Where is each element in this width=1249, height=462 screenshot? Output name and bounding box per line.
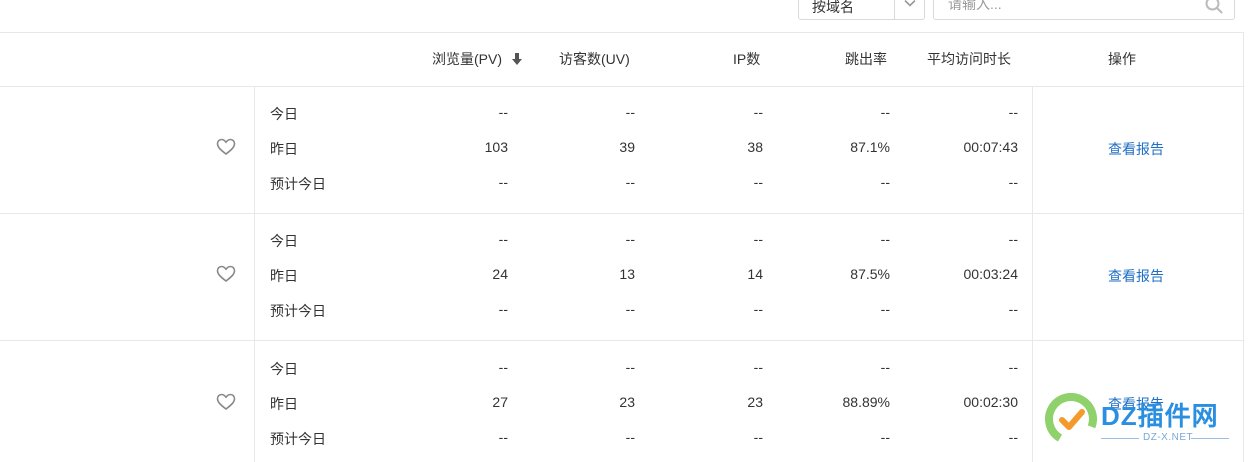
column-header-action: 操作: [1108, 51, 1136, 67]
column-header-pv[interactable]: 浏览量(PV): [432, 49, 502, 69]
column-header-uv[interactable]: 访客数(UV): [559, 49, 630, 69]
site-column-divider: [254, 87, 255, 462]
arrow-down-icon[interactable]: [511, 52, 523, 66]
metric-pv: --: [498, 359, 508, 375]
view-report-link[interactable]: 查看报告: [1108, 139, 1164, 159]
metric-ip: 38: [747, 139, 763, 155]
table-header-bottom-border: [0, 86, 1243, 87]
metric-pv: 24: [492, 266, 508, 282]
metric-pv: 103: [484, 139, 508, 155]
metric-avg-time: 00:07:43: [963, 139, 1019, 155]
chevron-down-icon[interactable]: [902, 0, 918, 11]
metric-bounce: --: [880, 301, 890, 317]
metric-uv: 23: [619, 394, 635, 410]
metric-bounce: --: [880, 104, 890, 120]
metric-uv: --: [625, 429, 635, 445]
metric-uv: --: [625, 359, 635, 375]
view-report-link[interactable]: 查看报告: [1108, 266, 1164, 286]
metric-avg-time: --: [1008, 301, 1018, 317]
metric-ip: --: [753, 429, 763, 445]
select-divider: [894, 0, 895, 19]
metric-avg-time: --: [1008, 174, 1018, 190]
metric-bounce: --: [880, 429, 890, 445]
metric-uv: --: [625, 231, 635, 247]
metric-bounce: 88.89%: [842, 394, 890, 410]
metric-ip: 14: [747, 266, 763, 282]
metric-bounce: --: [880, 231, 890, 247]
row-period-label: 预计今日: [270, 303, 326, 319]
metric-uv: --: [625, 174, 635, 190]
metric-ip: --: [753, 231, 763, 247]
domain-filter-value: 按域名: [812, 0, 854, 15]
metric-pv: 27: [492, 394, 508, 410]
row-period-label: 昨日: [270, 141, 298, 157]
metric-bounce: --: [880, 174, 890, 190]
metric-pv: --: [498, 429, 508, 445]
metric-ip: --: [753, 301, 763, 317]
row-separator: [0, 340, 1243, 341]
metric-pv: --: [498, 231, 508, 247]
metric-pv: --: [498, 174, 508, 190]
row-separator: [0, 213, 1243, 214]
row-period-label: 预计今日: [270, 431, 326, 447]
search-input[interactable]: [934, 0, 1198, 19]
column-header-ip[interactable]: IP数: [733, 49, 760, 69]
row-period-label: 昨日: [270, 396, 298, 412]
metric-avg-time: --: [1008, 104, 1018, 120]
search-icon[interactable]: [1204, 0, 1224, 15]
row-period-label: 预计今日: [270, 176, 326, 192]
heart-icon[interactable]: [216, 393, 236, 411]
table-right-edge: [1243, 32, 1244, 462]
watermark-rule-left: [1101, 438, 1139, 439]
column-header-avg-time[interactable]: 平均访问时长: [927, 49, 1011, 69]
metric-ip: --: [753, 104, 763, 120]
metric-ip: 23: [747, 394, 763, 410]
metric-uv: 39: [619, 139, 635, 155]
metric-avg-time: --: [1008, 231, 1018, 247]
domain-filter-select[interactable]: 按域名: [798, 0, 925, 20]
metric-uv: --: [625, 104, 635, 120]
metric-avg-time: 00:02:30: [963, 394, 1019, 410]
metric-uv: --: [625, 301, 635, 317]
row-period-label: 昨日: [270, 268, 298, 284]
heart-icon[interactable]: [216, 265, 236, 283]
table-header-top-border: [0, 32, 1243, 33]
metric-uv: 13: [619, 266, 635, 282]
column-header-bounce[interactable]: 跳出率: [845, 49, 887, 69]
watermark-rule-right: [1191, 438, 1229, 439]
row-period-label: 今日: [270, 233, 298, 249]
metric-bounce: 87.1%: [850, 139, 890, 155]
metric-avg-time: 00:03:24: [963, 266, 1019, 282]
metric-pv: --: [498, 104, 508, 120]
metric-pv: --: [498, 301, 508, 317]
action-column-divider: [1032, 87, 1033, 462]
metric-ip: --: [753, 174, 763, 190]
watermark-title: DZ插件网: [1101, 401, 1219, 431]
metric-bounce: --: [880, 359, 890, 375]
heart-icon[interactable]: [216, 138, 236, 156]
row-period-label: 今日: [270, 361, 298, 377]
metric-avg-time: --: [1008, 429, 1018, 445]
metric-ip: --: [753, 359, 763, 375]
watermark-logo: [1045, 393, 1097, 445]
row-period-label: 今日: [270, 106, 298, 122]
search-box[interactable]: [933, 0, 1235, 20]
metric-avg-time: --: [1008, 359, 1018, 375]
metric-bounce: 87.5%: [850, 266, 890, 282]
watermark-subtitle: DZ-X.NET: [1143, 432, 1194, 443]
